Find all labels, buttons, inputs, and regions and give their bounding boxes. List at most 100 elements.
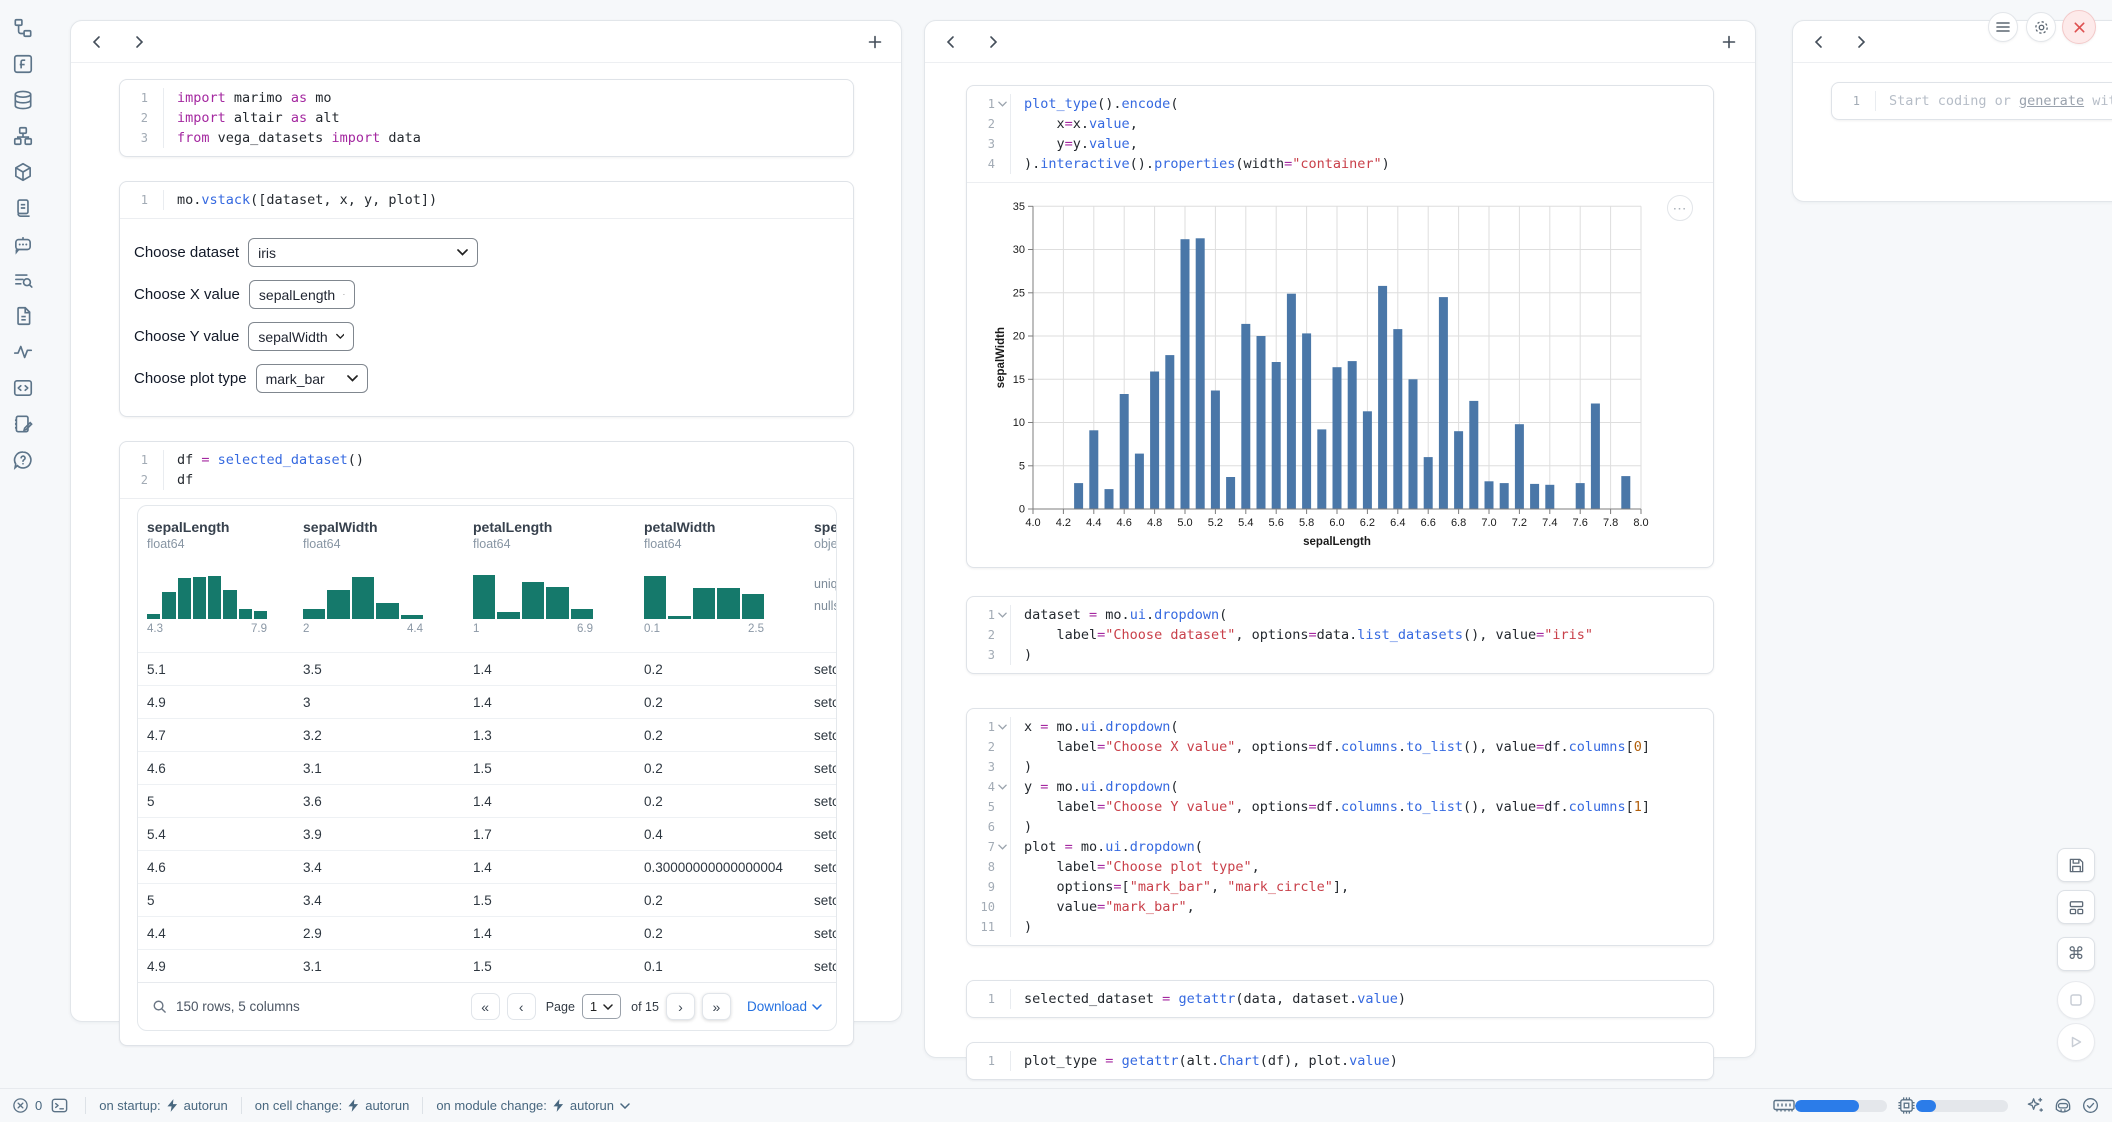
table-column-header: specobjecuniqunulls:	[814, 519, 837, 617]
code-editor[interactable]: 1plot_type().encode(2 x=x.value,3 y=y.va…	[967, 86, 1713, 182]
column-type: objec	[814, 537, 837, 551]
help-icon[interactable]	[12, 449, 34, 471]
svg-text:4.0: 4.0	[1025, 517, 1040, 529]
table-row[interactable]: 4.931.40.2setos	[138, 685, 836, 718]
settings-gear-icon[interactable]	[2026, 12, 2056, 42]
scroll-left-icon[interactable]	[89, 34, 105, 50]
row-count-summary: 150 rows, 5 columns	[176, 999, 300, 1014]
cell-df[interactable]: 1df = selected_dataset()2df sepalLengthf…	[119, 441, 854, 1046]
errors-indicator[interactable]: 0	[12, 1097, 42, 1114]
column-name[interactable]: sepalLength	[147, 519, 267, 535]
documentation-icon[interactable]	[12, 305, 34, 327]
column-name[interactable]: petalLength	[473, 519, 593, 535]
column-name[interactable]: petalWidth	[644, 519, 764, 535]
cell-dataset-dropdown[interactable]: 1dataset = mo.ui.dropdown(2 label="Choos…	[966, 596, 1714, 674]
prev-page-button[interactable]: ‹	[507, 993, 536, 1020]
next-page-button[interactable]: ›	[666, 993, 695, 1020]
scroll-left-icon[interactable]	[943, 34, 959, 50]
packages-icon[interactable]	[12, 161, 34, 183]
table-row[interactable]: 5.43.91.70.4setos	[138, 817, 836, 850]
generate-with-ai-link[interactable]: generate	[2019, 93, 2084, 109]
code-editor[interactable]: 1 Start coding or generate with	[1832, 83, 2112, 119]
on-cell-change-setting[interactable]: on cell change: autorun	[255, 1098, 410, 1113]
code-editor[interactable]: 1selected_dataset = getattr(data, datase…	[967, 981, 1713, 1017]
logs-icon[interactable]	[12, 197, 34, 219]
code-editor[interactable]: 1import marimo as mo2import altair as al…	[120, 80, 853, 156]
terminal-icon[interactable]	[50, 1096, 69, 1115]
command-palette-button[interactable]: ⌘	[2057, 937, 2095, 971]
altair-bar-chart[interactable]: 051015202530354.04.24.44.64.85.05.25.45.…	[993, 191, 1713, 563]
cell-plot-type[interactable]: 1plot_type = getattr(alt.Chart(df), plot…	[966, 1042, 1714, 1080]
fold-gutter[interactable]	[995, 605, 1011, 625]
table-cell: 4.4	[147, 926, 303, 941]
layout-toggle-button[interactable]	[2057, 890, 2095, 924]
table-row[interactable]: 4.73.21.30.2setos	[138, 718, 836, 751]
copilot-icon[interactable]	[2053, 1096, 2073, 1115]
snippets-icon[interactable]	[12, 377, 34, 399]
cell-chart[interactable]: 1plot_type().encode(2 x=x.value,3 y=y.va…	[966, 85, 1714, 568]
file-tree-icon[interactable]	[12, 17, 34, 39]
page-select[interactable]: 1	[582, 994, 621, 1019]
code-editor[interactable]: 1dataset = mo.ui.dropdown(2 label="Choos…	[967, 597, 1713, 673]
scroll-right-icon[interactable]	[131, 34, 147, 50]
download-button[interactable]: Download	[747, 999, 822, 1014]
first-page-button[interactable]: «	[471, 993, 500, 1020]
on-module-change-setting[interactable]: on module change: autorun	[436, 1098, 630, 1113]
dependency-graph-icon[interactable]	[12, 125, 34, 147]
table-row[interactable]: 4.63.41.40.30000000000000004setos	[138, 850, 836, 883]
tracing-icon[interactable]	[12, 341, 34, 363]
table-cell: 3.2	[303, 728, 473, 743]
chevron-down-icon	[620, 1103, 630, 1109]
run-button[interactable]	[2057, 1023, 2095, 1061]
table-row[interactable]: 53.61.40.2setos	[138, 784, 836, 817]
add-cell-icon[interactable]	[1721, 34, 1737, 50]
on-startup-setting[interactable]: on startup: autorun	[99, 1098, 228, 1113]
fold-gutter[interactable]	[995, 777, 1011, 797]
column-name[interactable]: sepalWidth	[303, 519, 423, 535]
cell-xy-dropdowns[interactable]: 1x = mo.ui.dropdown(2 label="Choose X va…	[966, 708, 1714, 946]
cell-selected-dataset[interactable]: 1selected_dataset = getattr(data, datase…	[966, 980, 1714, 1018]
last-page-button[interactable]: »	[702, 993, 731, 1020]
fold-gutter[interactable]	[995, 837, 1011, 857]
dropdown-select-choose-y-value[interactable]: sepalWidth	[248, 322, 354, 351]
stop-button[interactable]	[2057, 981, 2095, 1019]
table-row[interactable]: 53.41.50.2setos	[138, 883, 836, 916]
shutdown-close-icon[interactable]	[2062, 10, 2096, 44]
dropdown-select-choose-plot-type[interactable]: mark_bar	[256, 364, 368, 393]
code-editor[interactable]: 1df = selected_dataset()2df	[120, 442, 853, 498]
dropdown-select-choose-x-value[interactable]: sepalLength	[249, 280, 355, 309]
code-editor[interactable]: 1mo.vstack([dataset, x, y, plot])	[120, 182, 853, 218]
scroll-left-icon[interactable]	[1811, 34, 1827, 50]
cell-imports[interactable]: 1import marimo as mo2import altair as al…	[119, 79, 854, 157]
table-row[interactable]: 5.13.51.40.2setos	[138, 652, 836, 685]
cell-vstack[interactable]: 1mo.vstack([dataset, x, y, plot]) Choose…	[119, 181, 854, 417]
dropdown-select-choose-dataset[interactable]: iris	[248, 238, 478, 267]
menu-icon[interactable]	[1988, 12, 2018, 42]
code-editor[interactable]: 1plot_type = getattr(alt.Chart(df), plot…	[967, 1043, 1713, 1079]
line-number: 2	[120, 108, 148, 128]
table-cell: 4.7	[147, 728, 303, 743]
table-row[interactable]: 4.93.11.50.1setos	[138, 949, 836, 982]
table-row[interactable]: 4.42.91.40.2setos	[138, 916, 836, 949]
code-editor[interactable]: 1x = mo.ui.dropdown(2 label="Choose X va…	[967, 709, 1713, 945]
scroll-right-icon[interactable]	[1853, 34, 1869, 50]
marimo-functions-icon[interactable]	[12, 53, 34, 75]
connection-status-icon[interactable]	[2081, 1096, 2100, 1115]
search-icon[interactable]	[152, 999, 167, 1014]
scratchpad-icon[interactable]	[12, 413, 34, 435]
table-row[interactable]: 4.63.11.50.2setos	[138, 751, 836, 784]
ai-chat-icon[interactable]	[12, 233, 34, 255]
fold-gutter[interactable]	[995, 94, 1011, 114]
fold-gutter[interactable]	[995, 717, 1011, 737]
save-button[interactable]	[2057, 848, 2095, 882]
scroll-right-icon[interactable]	[985, 34, 1001, 50]
search-list-icon[interactable]	[12, 269, 34, 291]
add-cell-icon[interactable]	[867, 34, 883, 50]
column-name[interactable]: spec	[814, 519, 837, 535]
ram-icon	[1773, 1098, 1795, 1114]
cell-empty[interactable]: 1 Start coding or generate with	[1831, 82, 2112, 120]
chart-menu-icon[interactable]: ⋯	[1667, 195, 1693, 221]
ai-sparkles-icon[interactable]	[2026, 1096, 2045, 1115]
line-number: 10	[967, 897, 995, 917]
database-icon[interactable]	[12, 89, 34, 111]
